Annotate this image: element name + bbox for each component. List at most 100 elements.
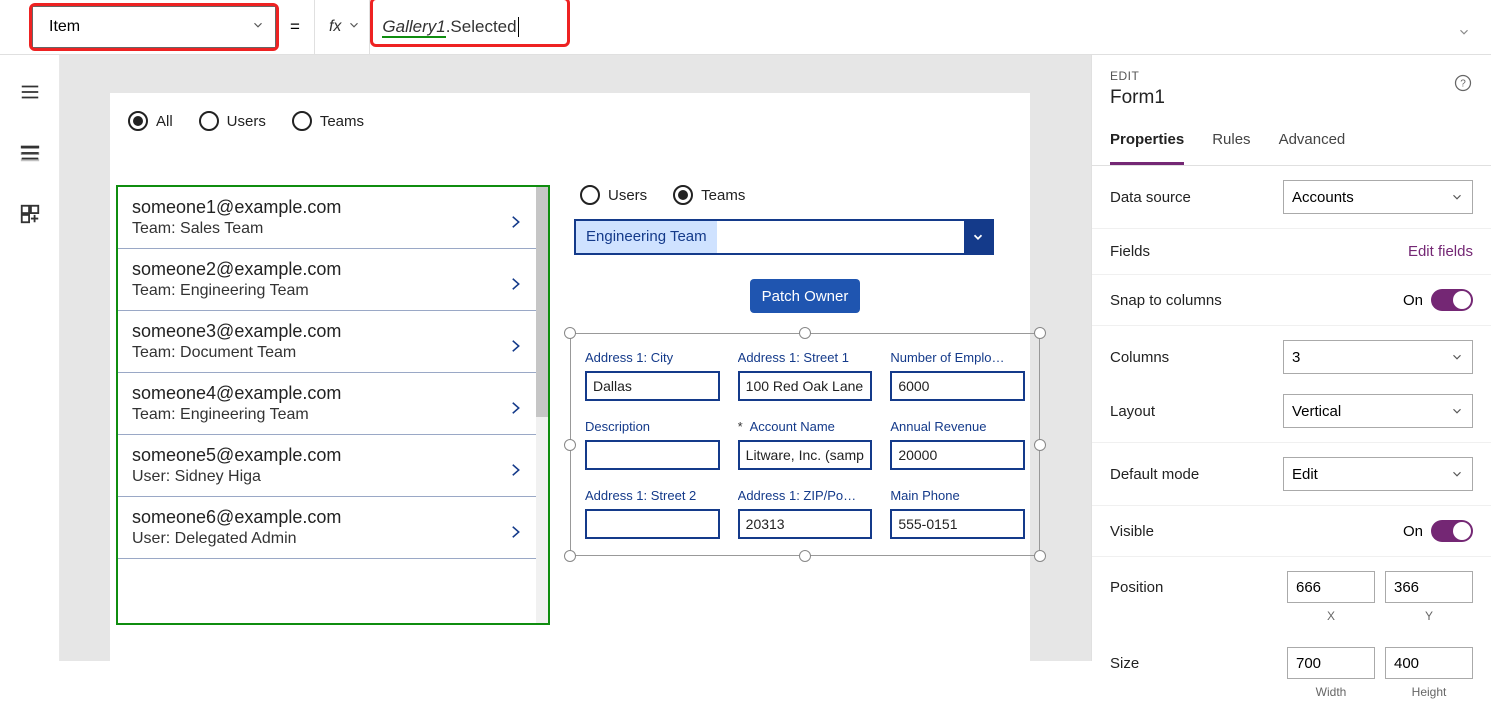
field-input[interactable]: [890, 371, 1025, 401]
prop-label: Columns: [1110, 349, 1169, 366]
field-label: Address 1: ZIP/Po…: [738, 488, 873, 503]
radio-all[interactable]: All: [128, 111, 173, 131]
size-width-input[interactable]: [1287, 647, 1375, 679]
form-field: Address 1: ZIP/Po…: [738, 488, 873, 539]
resize-handle[interactable]: [564, 439, 576, 451]
radio-teams[interactable]: Teams: [673, 185, 745, 205]
radio-label: Teams: [320, 113, 364, 130]
gallery-item[interactable]: someone3@example.comTeam: Document Team: [118, 311, 536, 373]
toggle-label: On: [1403, 523, 1423, 540]
radio-teams[interactable]: Teams: [292, 111, 364, 131]
fx-button[interactable]: fx: [314, 0, 369, 54]
row-size: Size: [1092, 633, 1491, 685]
team-combobox[interactable]: Engineering Team: [574, 219, 994, 255]
gallery-item-title: someone3@example.com: [132, 321, 496, 342]
field-input[interactable]: [738, 509, 873, 539]
size-height-input[interactable]: [1385, 647, 1473, 679]
property-selector[interactable]: Item: [32, 6, 276, 48]
position-x-input[interactable]: [1287, 571, 1375, 603]
chevron-down-icon[interactable]: [1457, 25, 1471, 44]
resize-handle[interactable]: [1034, 550, 1046, 562]
resize-handle[interactable]: [1034, 439, 1046, 451]
tree-view-icon[interactable]: [19, 142, 41, 169]
dropdown-value: Vertical: [1292, 403, 1341, 420]
chevron-right-icon: [506, 457, 524, 488]
combobox-value: Engineering Team: [576, 221, 717, 253]
row-snap-columns: Snap to columns On: [1092, 275, 1491, 326]
control-name: Form1: [1110, 87, 1473, 109]
sublabel-width: Width: [1287, 685, 1375, 699]
gallery-item-subtitle: Team: Engineering Team: [132, 282, 496, 300]
chevron-down-icon: [1450, 467, 1464, 481]
gallery-list: someone1@example.comTeam: Sales Teamsome…: [118, 187, 536, 623]
row-data-source: Data source Accounts: [1092, 166, 1491, 229]
text-cursor: [518, 17, 519, 37]
position-y-input[interactable]: [1385, 571, 1473, 603]
radio-users[interactable]: Users: [199, 111, 266, 131]
field-input[interactable]: [738, 371, 873, 401]
field-input[interactable]: [890, 440, 1025, 470]
toggle-label: On: [1403, 292, 1423, 309]
resize-handle[interactable]: [799, 327, 811, 339]
radio-circle-icon: [199, 111, 219, 131]
gallery-item-subtitle: Team: Engineering Team: [132, 406, 496, 424]
visible-toggle[interactable]: On: [1403, 520, 1473, 542]
gallery-item[interactable]: someone2@example.comTeam: Engineering Te…: [118, 249, 536, 311]
field-input[interactable]: [585, 440, 720, 470]
gallery-item[interactable]: someone5@example.comUser: Sidney Higa: [118, 435, 536, 497]
gallery-control[interactable]: someone1@example.comTeam: Sales Teamsome…: [116, 185, 550, 625]
field-input[interactable]: [738, 440, 873, 470]
properties-header: EDIT Form1 ?: [1092, 55, 1491, 117]
gallery-item[interactable]: someone6@example.comUser: Delegated Admi…: [118, 497, 536, 559]
field-label: Address 1: Street 1: [738, 350, 873, 365]
edit-fields-link[interactable]: Edit fields: [1408, 243, 1473, 260]
prop-label: Snap to columns: [1110, 292, 1222, 309]
scrollbar[interactable]: [536, 187, 548, 623]
owner-type-radio-group: Users Teams: [570, 185, 1040, 219]
row-default-mode: Default mode Edit: [1092, 443, 1491, 506]
field-label: Address 1: Street 2: [585, 488, 720, 503]
resize-handle[interactable]: [1034, 327, 1046, 339]
insert-icon[interactable]: [19, 203, 41, 230]
field-input[interactable]: [890, 509, 1025, 539]
prop-label: Data source: [1110, 189, 1191, 206]
toggle-switch-icon: [1431, 289, 1473, 311]
hamburger-icon[interactable]: [19, 81, 41, 108]
resize-handle[interactable]: [564, 550, 576, 562]
resize-handle[interactable]: [564, 327, 576, 339]
radio-circle-icon: [128, 111, 148, 131]
tab-properties[interactable]: Properties: [1110, 117, 1184, 165]
tab-rules[interactable]: Rules: [1212, 117, 1250, 165]
layout-dropdown[interactable]: Vertical: [1283, 394, 1473, 428]
formula-token-prop: .Selected: [446, 17, 517, 36]
form-field: Annual Revenue: [890, 419, 1025, 470]
gallery-item[interactable]: someone1@example.comTeam: Sales Team: [118, 187, 536, 249]
gallery-item-title: someone5@example.com: [132, 445, 496, 466]
radio-users[interactable]: Users: [580, 185, 647, 205]
tab-advanced[interactable]: Advanced: [1279, 117, 1346, 165]
patch-owner-button[interactable]: Patch Owner: [750, 279, 860, 313]
gallery-item-title: someone4@example.com: [132, 383, 496, 404]
property-rows: Data source Accounts Fields Edit fields …: [1092, 166, 1491, 709]
resize-handle[interactable]: [799, 550, 811, 562]
help-icon[interactable]: ?: [1453, 73, 1473, 98]
chevron-right-icon: [506, 271, 524, 302]
data-source-dropdown[interactable]: Accounts: [1283, 180, 1473, 214]
snap-toggle[interactable]: On: [1403, 289, 1473, 311]
screen-canvas[interactable]: All Users Teams someone1@example.comTeam…: [110, 93, 1030, 661]
formula-input[interactable]: Gallery1.Selected: [369, 0, 1491, 54]
properties-panel: EDIT Form1 ? Properties Rules Advanced D…: [1091, 55, 1491, 661]
field-input[interactable]: [585, 509, 720, 539]
property-selector-label: Item: [49, 18, 80, 36]
form-field: Main Phone: [890, 488, 1025, 539]
scrollbar-thumb[interactable]: [536, 187, 548, 417]
row-visible: Visible On: [1092, 506, 1491, 557]
gallery-item[interactable]: someone4@example.com Team: Engineering Te…: [118, 373, 536, 435]
fx-label: fx: [329, 18, 341, 36]
chevron-down-icon: [347, 18, 361, 37]
default-mode-dropdown[interactable]: Edit: [1283, 457, 1473, 491]
form-control-selected[interactable]: Address 1: CityAddress 1: Street 1Number…: [570, 333, 1040, 556]
field-label: Annual Revenue: [890, 419, 1025, 434]
columns-dropdown[interactable]: 3: [1283, 340, 1473, 374]
field-input[interactable]: [585, 371, 720, 401]
